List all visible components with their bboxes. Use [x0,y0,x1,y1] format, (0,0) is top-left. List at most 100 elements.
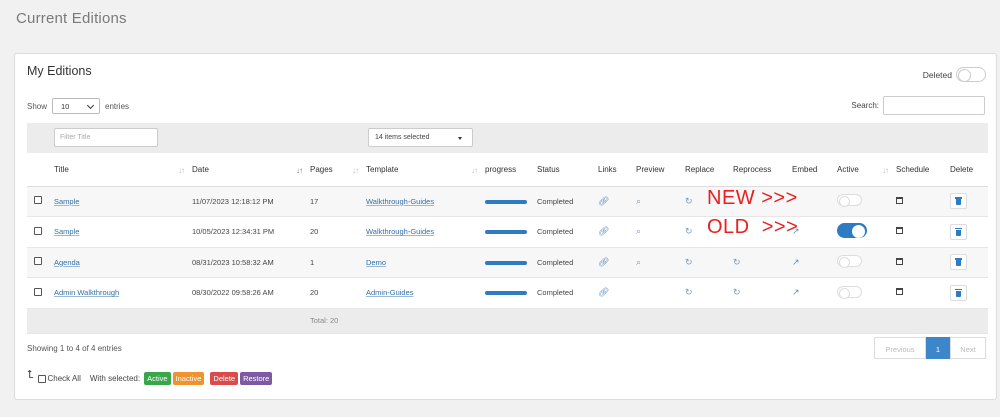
link-icon[interactable]: 🔗︎ [598,287,609,298]
header-progress: progress [485,153,537,187]
header-date[interactable]: Date ↓↑ [192,153,310,187]
edition-title-link[interactable]: Sample [54,197,79,206]
progress-bar [485,230,527,235]
header-embed: Embed [792,153,837,187]
refresh-icon[interactable]: ↻ [733,257,741,268]
deleted-filter: Deleted [923,67,986,82]
delete-button[interactable]: Delete [210,372,239,385]
corner-arrow-icon: ⮤ [27,369,34,381]
header-reprocess: Reprocess [733,153,792,187]
link-icon[interactable]: 🔗︎ [598,226,609,237]
edition-status: Completed [537,247,598,278]
restore-button[interactable]: Restore [240,372,273,385]
search-area: Search: [851,96,985,115]
sort-icon: ↓↑ [352,166,359,175]
edition-status: Completed [537,216,598,248]
trash-icon[interactable] [950,254,967,271]
table-row: Admin Walkthrough 08/30/2022 09:58:26 AM… [27,277,988,309]
template-filter-select[interactable]: 14 items selected [368,128,473,147]
refresh-icon[interactable]: ↻ [733,287,741,298]
filter-title-input[interactable]: Filter Title [54,128,158,147]
progress-bar [485,291,527,296]
header-active[interactable]: Active ↓↑ [837,153,896,187]
external-link-icon[interactable]: ↗ [792,287,800,298]
template-link[interactable]: Walkthrough-Guides [366,197,434,206]
entries-label: entries [105,101,130,111]
calendar-icon[interactable] [896,288,903,296]
sort-icon: ↓↑ [178,166,185,175]
deleted-label: Deleted [922,69,952,80]
refresh-icon[interactable]: ↻ [685,226,693,237]
refresh-icon[interactable]: ↻ [685,287,693,298]
check-all-checkbox[interactable] [37,374,46,383]
deleted-toggle[interactable] [956,67,986,82]
edition-title-link[interactable]: Sample [54,227,79,236]
next-button[interactable]: Next [950,337,986,359]
calendar-icon[interactable] [896,227,903,235]
active-toggle[interactable] [837,194,862,208]
page-title: Current Editions [16,10,127,27]
template-link[interactable]: Admin-Guides [366,288,414,297]
edition-title-link[interactable]: Agenda [54,258,80,267]
edition-pages: 20 [310,216,366,248]
edition-title-link[interactable]: Admin Walkthrough [54,288,119,297]
table-row: Sample 10/05/2023 12:34:31 PM 20 Walkthr… [27,216,988,248]
pagination: Previous 1 Next [874,337,986,359]
page-1-button[interactable]: 1 [926,337,950,359]
with-selected-label: With selected: [89,374,141,383]
active-toggle[interactable] [837,223,867,239]
edition-pages: 20 [310,277,366,309]
card-title: My Editions [27,64,92,78]
trash-icon[interactable] [950,284,967,301]
template-link[interactable]: Walkthrough-Guides [366,227,434,236]
show-label: Show [27,101,48,111]
pages-total: Total: 20 [310,308,537,334]
edition-status: Completed [537,277,598,309]
link-icon[interactable]: 🔗︎ [598,196,609,207]
edition-pages: 17 [310,186,366,217]
sort-icon: ↓↑ [471,166,478,175]
header-pages[interactable]: Pages ↓↑ [310,153,366,187]
bulk-actions: ⮤ Check All With selected: Active Inacti… [27,369,273,385]
old-annotation: OLD >>> [707,216,799,238]
edition-status: Completed [537,186,598,217]
refresh-icon[interactable]: ↻ [685,257,693,268]
entries-length: Show 10 entries [27,98,129,114]
inactive-button[interactable]: Inactive [172,372,205,385]
active-toggle[interactable] [837,255,862,269]
edition-date: 08/31/2023 10:58:32 AM [192,247,310,278]
search-icon[interactable]: ⌕ [636,257,641,268]
external-link-icon[interactable]: ↗ [792,257,800,268]
previous-button[interactable]: Previous [874,337,926,359]
table-header-row: Title ↓↑ Date ↓↑ Pages ↓↑ Template ↓↑ progre… [27,153,988,187]
calendar-icon[interactable] [896,196,903,204]
header-title[interactable]: Title ↓↑ [54,153,192,187]
table-row: Agenda 08/31/2023 10:58:32 AM 1 Demo Com… [27,247,988,278]
header-template[interactable]: Template ↓↑ [366,153,485,187]
trash-icon[interactable] [950,193,967,210]
edition-date: 08/30/2022 09:58:26 AM [192,277,310,309]
check-all-label[interactable]: Check All [48,374,81,383]
edition-pages: 1 [310,247,366,278]
entries-select[interactable]: 10 [52,98,101,114]
refresh-icon[interactable]: ↻ [685,196,693,207]
search-icon[interactable]: ⌕ [636,226,641,237]
search-icon[interactable]: ⌕ [636,196,641,207]
calendar-icon[interactable] [896,257,903,265]
progress-bar [485,260,527,265]
active-toggle[interactable] [837,285,862,299]
table-footer-row: Total: 20 [27,308,988,334]
search-label: Search: [851,101,879,110]
search-input[interactable] [883,96,985,115]
active-button[interactable]: Active [144,372,171,385]
sort-icon: ↓↑ [882,166,889,175]
table-row: Sample 11/07/2023 12:18:12 PM 17 Walkthr… [27,186,988,217]
trash-icon[interactable] [950,223,967,240]
link-icon[interactable]: 🔗︎ [598,257,609,268]
progress-bar [485,199,527,204]
row-checkbox[interactable] [34,287,42,296]
row-checkbox[interactable] [34,226,42,235]
row-checkbox[interactable] [34,196,42,205]
row-checkbox[interactable] [34,257,42,266]
template-link[interactable]: Demo [366,258,386,267]
